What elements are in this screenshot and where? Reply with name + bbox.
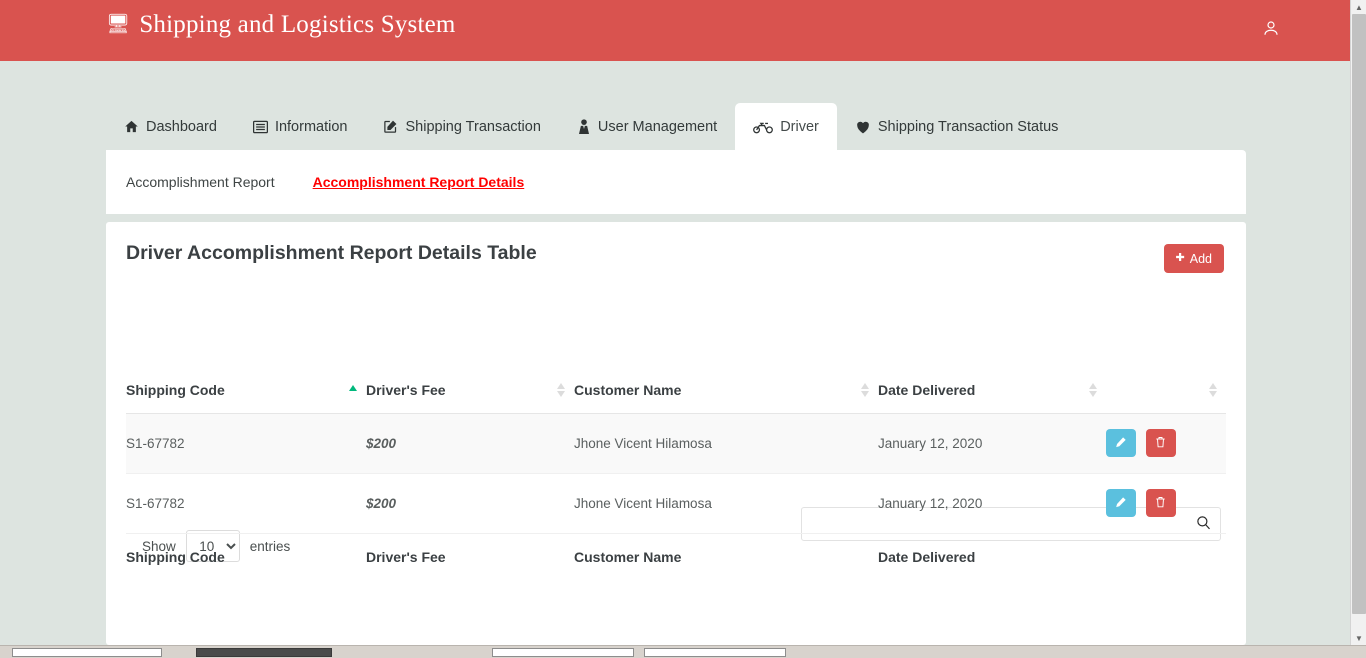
laptop-icon: 🖥 — [106, 14, 131, 35]
main-nav: Dashboard Information Shipping Transacti… — [106, 103, 1246, 150]
nav-tab-label: Shipping Transaction Status — [877, 118, 1059, 135]
sort-icon — [1209, 382, 1218, 398]
table-row[interactable]: S1-67782 $200 Jhone Vicent Hilamosa Janu… — [126, 413, 1226, 474]
cell-date-delivered: January 12, 2020 — [878, 413, 1106, 474]
footer-actions — [1106, 532, 1226, 581]
nav-tab-shipping-transaction-status[interactable]: Shipping Transaction Status — [837, 103, 1077, 150]
page-title: Driver Accomplishment Report Details Tab… — [126, 242, 537, 264]
scroll-down-icon[interactable]: ▼ — [1351, 631, 1366, 645]
table-footer-row: Shipping Code Driver's Fee Customer Name… — [126, 532, 1226, 581]
taskbar-item[interactable] — [492, 648, 634, 657]
column-header-label: Shipping Code — [126, 381, 225, 398]
pencil-icon — [1115, 436, 1127, 451]
cell-customer-name: Jhone Vicent Hilamosa — [574, 413, 878, 474]
table-body: S1-67782 $200 Jhone Vicent Hilamosa Janu… — [126, 413, 1226, 534]
nav-tab-shipping-transaction[interactable]: Shipping Transaction — [365, 103, 558, 150]
pencil-icon — [1115, 496, 1127, 511]
app-header: 🖥 Shipping and Logistics System — [0, 0, 1350, 61]
home-icon — [124, 119, 139, 134]
column-header-label: Date Delivered — [878, 381, 976, 398]
cell-drivers-fee: $200 — [366, 473, 574, 534]
nav-tab-label: Shipping Transaction — [405, 118, 541, 135]
taskbar-item[interactable] — [644, 648, 786, 657]
column-header-shipping-code[interactable]: Shipping Code — [126, 367, 366, 414]
report-table: Shipping Code Driver's Fee Customer Name — [126, 367, 1226, 581]
nav-tab-driver[interactable]: Driver — [735, 103, 837, 150]
horizontal-scrollbar[interactable] — [0, 645, 1366, 658]
add-button[interactable]: ✚ Add — [1163, 244, 1224, 273]
cell-date-delivered: January 12, 2020 — [878, 473, 1106, 534]
add-button-label: Add — [1189, 251, 1212, 266]
nav-tab-user-management[interactable]: User Management — [559, 103, 735, 150]
nav-tab-label: Information — [274, 118, 348, 135]
subtab-accomplishment-report-details[interactable]: Accomplishment Report Details — [313, 174, 525, 190]
taskbar-item[interactable] — [12, 648, 162, 657]
vertical-scrollbar[interactable]: ▲ ▼ — [1350, 0, 1366, 645]
user-tie-icon — [577, 119, 591, 134]
nav-tab-information[interactable]: Information — [235, 103, 366, 150]
column-header-label: Customer Name — [574, 381, 682, 398]
subtab-accomplishment-report[interactable]: Accomplishment Report — [126, 174, 275, 190]
cell-shipping-code: S1-67782 — [126, 413, 366, 474]
scroll-up-icon[interactable]: ▲ — [1351, 0, 1366, 14]
brand: 🖥 Shipping and Logistics System — [106, 12, 456, 37]
browser-viewport: 🖥 Shipping and Logistics System Dashboar… — [0, 0, 1366, 658]
nav-tab-label: Driver — [780, 118, 819, 135]
sort-icon — [861, 382, 870, 398]
column-header-actions[interactable] — [1106, 367, 1226, 414]
column-header-label: Driver's Fee — [366, 381, 446, 398]
footer-customer-name: Customer Name — [574, 532, 878, 581]
delete-row-button[interactable] — [1145, 429, 1176, 457]
delete-row-button[interactable] — [1145, 489, 1176, 517]
vertical-scrollbar-thumb[interactable] — [1352, 14, 1366, 614]
cell-actions — [1106, 413, 1226, 474]
sort-ascending-icon — [349, 382, 358, 398]
motorcycle-icon — [753, 120, 774, 134]
brand-title: Shipping and Logistics System — [139, 11, 456, 38]
sort-icon — [1089, 382, 1098, 398]
table-row[interactable]: S1-67782 $200 Jhone Vicent Hilamosa Janu… — [126, 473, 1226, 534]
table-head: Shipping Code Driver's Fee Customer Name — [126, 367, 1226, 414]
cell-shipping-code: S1-67782 — [126, 473, 366, 534]
footer-date-delivered: Date Delivered — [878, 532, 1106, 581]
taskbar-item-active[interactable] — [196, 648, 332, 657]
report-card: Driver Accomplishment Report Details Tab… — [106, 222, 1246, 645]
column-header-drivers-fee[interactable]: Driver's Fee — [366, 367, 574, 414]
plus-icon: ✚ — [1175, 252, 1185, 264]
column-header-customer-name[interactable]: Customer Name — [574, 367, 878, 414]
edit-row-button[interactable] — [1106, 429, 1136, 457]
footer-shipping-code: Shipping Code — [126, 532, 366, 581]
column-header-date-delivered[interactable]: Date Delivered — [878, 367, 1106, 414]
cell-customer-name: Jhone Vicent Hilamosa — [574, 473, 878, 534]
edit-square-icon — [383, 119, 398, 134]
nav-tab-label: Dashboard — [146, 118, 217, 135]
nav-tab-dashboard[interactable]: Dashboard — [106, 103, 235, 150]
table-foot: Shipping Code Driver's Fee Customer Name… — [126, 532, 1226, 581]
table-header-row: Shipping Code Driver's Fee Customer Name — [126, 367, 1226, 414]
edit-row-button[interactable] — [1106, 489, 1136, 517]
nav-tab-label: User Management — [597, 118, 718, 135]
heart-icon — [855, 120, 871, 134]
user-circle-icon[interactable] — [1262, 19, 1280, 40]
footer-drivers-fee: Driver's Fee — [366, 532, 574, 581]
trash-icon — [1155, 496, 1166, 511]
page-content: 🖥 Shipping and Logistics System Dashboar… — [0, 0, 1350, 645]
sort-icon — [557, 382, 566, 398]
cell-actions — [1106, 473, 1226, 534]
list-alt-icon — [252, 120, 268, 134]
trash-icon — [1155, 436, 1166, 451]
cell-drivers-fee: $200 — [366, 413, 574, 474]
sub-nav: Accomplishment Report Accomplishment Rep… — [106, 150, 1246, 214]
